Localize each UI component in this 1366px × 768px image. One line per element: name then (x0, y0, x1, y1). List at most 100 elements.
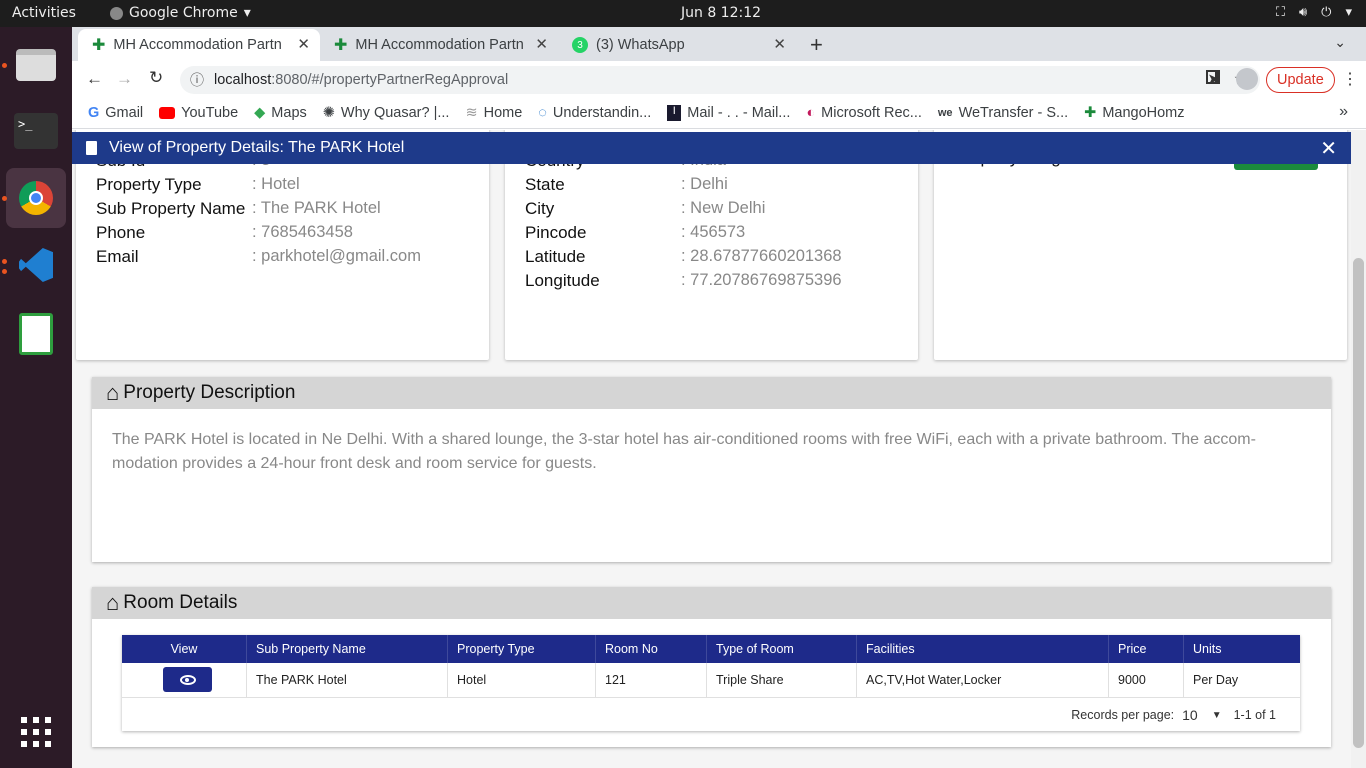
url-path: :8080/#/propertyPartnerRegApproval (271, 72, 509, 88)
address-bar[interactable]: ⓘ localhost:8080/#/propertyPartnerRegApp… (180, 66, 1260, 94)
field-label: City (525, 199, 555, 218)
field-value: : New Delhi (681, 199, 766, 217)
bookmark-microsoft[interactable]: ◐ Microsoft Rec... (806, 105, 921, 121)
side-panel-icon[interactable] (1206, 70, 1220, 84)
network-icon: ⛶ (1275, 5, 1285, 20)
power-icon: ⏻ (1321, 5, 1332, 20)
column-header[interactable]: Units (1183, 635, 1300, 663)
bookmark-label: Why Quasar? |... (340, 105, 450, 121)
close-tab-icon[interactable]: ✕ (297, 35, 310, 53)
column-header[interactable]: Type of Room (706, 635, 856, 663)
chevron-down-icon: ▾ (1345, 5, 1352, 20)
quasar-icon: ✺ (322, 105, 335, 121)
maps-icon: ◆ (254, 105, 266, 121)
section-title: Property Description (123, 382, 296, 403)
new-tab-icon[interactable]: + (810, 32, 823, 58)
column-header[interactable]: Price (1108, 635, 1183, 663)
cell-price: 9000 (1108, 663, 1146, 697)
scrollbar[interactable] (1351, 130, 1366, 768)
records-per-page-select[interactable]: 10 ▼ (1182, 707, 1221, 723)
column-header[interactable]: Sub Property Name (246, 635, 447, 663)
clock[interactable]: Jun 8 12:12 (681, 5, 761, 21)
pagination: Records per page: 10 ▼ 1-1 of 1 (1071, 707, 1276, 723)
bookmark-label: Maps (271, 105, 307, 121)
bookmark-mail[interactable]: I Mail - . . - Mail... (667, 105, 790, 121)
tab-mh-accommodation-1[interactable]: ✚ MH Accommodation Partn ✕ (78, 29, 320, 61)
location-details-card: Country : India State : Delhi City : New… (505, 130, 918, 360)
bookmarks-bar: G Gmail YouTube ◆ Maps ✺ Why Quasar? |... ≋… (72, 98, 1366, 129)
more-menu-icon[interactable]: ⋮ (1342, 69, 1358, 89)
page-content: Sub Id : 3 Property Type : Hotel Sub Pro… (72, 130, 1366, 768)
bookmark-gmail[interactable]: G Gmail (88, 105, 143, 121)
back-icon[interactable]: ← (86, 69, 103, 89)
field-label: Sub Property Name (96, 199, 246, 218)
mangohomz-favicon-icon: ✚ (334, 37, 348, 54)
property-description-section: ⌂ Property Description The PARK Hotel is … (92, 377, 1331, 562)
home-favicon-icon: ≋ (465, 105, 478, 121)
tab-search-chevron-icon[interactable]: ⌄ (1334, 34, 1346, 51)
field-value: : Hotel (252, 175, 300, 193)
mangohomz-favicon-icon: ✚ (92, 37, 106, 54)
system-tray[interactable]: ⛶ 🔊︎ ⏻ ▾ (1276, 5, 1352, 20)
cell-property-type: Hotel (447, 663, 486, 697)
bookmark-mangohomz[interactable]: ✚ MangoHomz (1084, 105, 1184, 121)
bookmark-home[interactable]: ≋ Home (465, 105, 522, 121)
property-description-text: The PARK Hotel is located in Ne Delhi. W… (112, 431, 1256, 472)
activities-button[interactable]: Activities (12, 5, 76, 21)
pagination-range: 1-1 of 1 (1233, 708, 1276, 722)
field-value: : 456573 (681, 223, 746, 241)
vscode-icon[interactable] (6, 235, 66, 295)
bookmark-youtube[interactable]: YouTube (159, 105, 238, 121)
view-room-button[interactable] (163, 667, 212, 692)
field-value: : Delhi (681, 175, 728, 193)
bookmark-wetransfer[interactable]: we WeTransfer - S... (938, 105, 1068, 121)
volume-icon: 🔊︎ (1298, 5, 1308, 20)
tab-label: MH Accommodation Partn (113, 37, 282, 53)
tab-whatsapp[interactable]: 3 (3) WhatsApp ✕ (558, 29, 796, 61)
bookmark-understanding[interactable]: ◌ Understandin... (538, 105, 651, 121)
close-tab-icon[interactable]: ✕ (773, 35, 786, 53)
forward-icon[interactable]: → (116, 69, 133, 89)
terminal-icon[interactable]: >_ (6, 101, 66, 161)
column-header[interactable]: Room No (595, 635, 706, 663)
field-label: Latitude (525, 247, 586, 266)
bookmark-maps[interactable]: ◆ Maps (254, 105, 307, 121)
update-button[interactable]: Update (1266, 67, 1335, 93)
mail-icon: I (667, 105, 682, 121)
column-header[interactable]: Property Type (447, 635, 595, 663)
url-host: localhost (214, 72, 272, 88)
app-menu[interactable]: Google Chrome ▾ (110, 5, 251, 21)
chrome-dock-icon[interactable] (6, 168, 66, 228)
section-header: ⌂ Room Details (92, 587, 1331, 619)
chrome-icon (110, 6, 123, 20)
field-value: : parkhotel@gmail.com (252, 247, 421, 265)
tab-mh-accommodation-2[interactable]: ✚ MH Accommodation Partn ✕ (320, 29, 558, 61)
spreadsheet-icon[interactable] (6, 304, 66, 364)
bookmark-label: Microsoft Rec... (821, 105, 922, 121)
field-label: Property Type (96, 175, 202, 194)
bookmark-quasar[interactable]: ✺ Why Quasar? |... (323, 105, 450, 121)
understanding-icon: ◌ (538, 105, 547, 121)
cell-facilities: AC,TV,Hot Water,Locker (856, 663, 1001, 697)
column-header[interactable]: View (122, 635, 246, 663)
scrollbar-thumb[interactable] (1353, 258, 1364, 748)
microsoft-rec-icon: ◐ (806, 105, 816, 121)
tab-label: (3) WhatsApp (596, 37, 685, 53)
cell-sub-property-name: The PARK Hotel (246, 663, 347, 697)
youtube-icon (159, 107, 176, 119)
more-bookmarks-icon[interactable]: » (1339, 103, 1348, 121)
avatar[interactable] (1236, 68, 1258, 90)
running-indicator (2, 269, 7, 274)
reload-icon[interactable]: ↻ (149, 68, 163, 88)
caret-down-icon: ▾ (243, 5, 251, 21)
app-grid-icon[interactable] (6, 702, 66, 762)
basic-details-card: Sub Id : 3 Property Type : Hotel Sub Pro… (76, 130, 489, 360)
tab-strip: ✚ MH Accommodation Partn ✕ ✚ MH Accommodati… (72, 27, 1366, 61)
running-indicator (2, 259, 7, 264)
files-icon[interactable] (6, 35, 66, 95)
field-value: : 77.20786769875396 (681, 271, 842, 289)
close-dialog-icon[interactable]: ✕ (1320, 136, 1337, 161)
field-value: : 7685463458 (252, 223, 353, 241)
column-header[interactable]: Facilities (856, 635, 1108, 663)
close-tab-icon[interactable]: ✕ (535, 35, 548, 53)
